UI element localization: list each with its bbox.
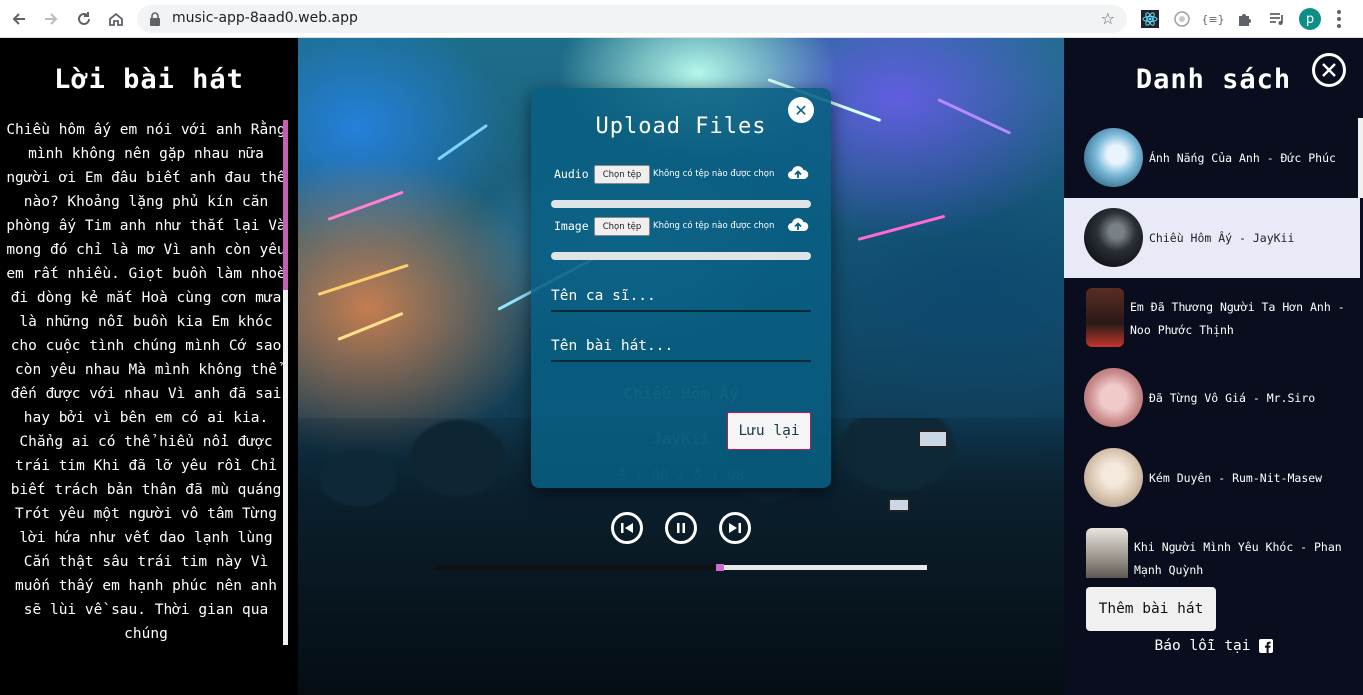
song-cover-image xyxy=(1084,128,1143,187)
audio-upload-progress xyxy=(551,200,811,208)
image-cloud-upload-icon[interactable] xyxy=(787,216,809,234)
close-icon xyxy=(1322,63,1336,77)
facebook-icon[interactable] xyxy=(1258,639,1273,653)
audio-choose-file-button[interactable]: Chọn tệp xyxy=(594,165,650,184)
address-bar[interactable]: music-app-8aad0.web.app ☆ xyxy=(137,5,1127,33)
reload-button[interactable] xyxy=(72,7,96,31)
modal-title: Upload Files xyxy=(595,114,767,139)
song-cover-image xyxy=(1086,528,1128,578)
playlist-item[interactable]: Đã Từng Vô Giá - Mr.Siro xyxy=(1064,358,1360,438)
skip-next-icon xyxy=(729,523,741,533)
playlist-item-label: Kém Duyên - Rum-Nit-Masew xyxy=(1149,471,1323,485)
lyrics-scrollbar-thumb[interactable] xyxy=(283,120,288,290)
playlist-panel: Danh sách Ánh Nắng Của Anh - Đức Phúc Ch… xyxy=(1064,38,1363,695)
bookmark-star-icon[interactable]: ☆ xyxy=(1101,9,1115,28)
playlist-item-label: Khi Người Mình Yêu Khóc - Phan Mạnh Quỳn… xyxy=(1134,540,1342,577)
playback-progress-knob[interactable] xyxy=(716,564,724,571)
arrow-left-icon xyxy=(12,13,25,25)
react-devtools-icon[interactable] xyxy=(1140,9,1160,29)
lyrics-title: Lời bài hát xyxy=(54,64,244,95)
song-cover-image xyxy=(1084,208,1143,267)
playlist-item[interactable]: Ánh Nắng Của Anh - Đức Phúc xyxy=(1064,118,1360,198)
audio-label: Audio xyxy=(554,167,589,181)
audio-file-row: Audio Chọn tệp Không có tệp nào được chọ… xyxy=(554,164,814,186)
image-file-status: Không có tệp nào được chọn xyxy=(653,221,775,231)
json-viewer-icon[interactable]: {≡} xyxy=(1201,9,1225,29)
playlist-item-label: Ánh Nắng Của Anh - Đức Phúc xyxy=(1149,151,1336,165)
playlist-item-label: Chiều Hôm Ấy - JayKii xyxy=(1149,231,1295,245)
home-button[interactable] xyxy=(104,7,128,31)
report-bug-link[interactable]: Báo lỗi tại xyxy=(1064,638,1363,654)
arrow-right-icon xyxy=(45,13,58,25)
report-label: Báo lỗi tại xyxy=(1154,638,1251,654)
add-song-button[interactable]: Thêm bài hát xyxy=(1086,587,1216,631)
song-name-input[interactable] xyxy=(551,332,811,362)
playlist-item[interactable]: Em Đã Thương Người Ta Hơn Anh - Noo Phướ… xyxy=(1064,278,1360,358)
image-choose-file-button[interactable]: Chọn tệp xyxy=(594,217,650,236)
song-cover-image xyxy=(1084,448,1143,507)
browser-menu-icon[interactable] xyxy=(1336,9,1342,29)
upload-files-modal: ✕ Upload Files Audio Chọn tệp Không có t… xyxy=(531,88,831,488)
lock-icon xyxy=(150,12,160,26)
url-text: music-app-8aad0.web.app xyxy=(172,10,358,26)
json-viewer-label: {≡} xyxy=(1201,12,1225,26)
lyrics-text[interactable]: Chiều hôm ấy em nói với anh Rằng mình kh… xyxy=(6,118,286,646)
media-queue-icon[interactable] xyxy=(1267,9,1287,29)
playlist-list: Ánh Nắng Của Anh - Đức Phúc Chiều Hôm Ấy… xyxy=(1064,118,1363,578)
playlist-item-active[interactable]: Chiều Hôm Ấy - JayKii xyxy=(1064,198,1360,278)
lyrics-panel: Lời bài hát Chiều hôm ấy em nói với anh … xyxy=(0,38,298,695)
forward-button[interactable] xyxy=(39,7,63,31)
image-upload-progress xyxy=(551,252,811,260)
music-app: Lời bài hát Chiều hôm ấy em nói với anh … xyxy=(0,38,1363,695)
profile-avatar[interactable]: p xyxy=(1299,8,1321,30)
pause-icon xyxy=(677,523,685,533)
close-playlist-button[interactable] xyxy=(1312,53,1346,87)
playback-progress-fill xyxy=(435,565,720,570)
singer-name-input[interactable] xyxy=(551,282,811,312)
skip-previous-icon xyxy=(621,523,633,533)
image-label: Image xyxy=(554,219,589,233)
extension-circle-icon[interactable] xyxy=(1172,9,1192,29)
home-icon xyxy=(109,12,123,26)
song-cover-image xyxy=(1084,368,1143,427)
audio-file-status: Không có tệp nào được chọn xyxy=(653,169,775,179)
lyrics-scrollbar[interactable] xyxy=(283,120,288,645)
browser-toolbar: music-app-8aad0.web.app ☆ {≡} p xyxy=(0,0,1363,38)
pause-button[interactable] xyxy=(665,512,697,544)
playlist-item[interactable]: Khi Người Mình Yêu Khóc - Phan Mạnh Quỳn… xyxy=(1064,518,1360,578)
playback-progress-bar[interactable] xyxy=(435,564,927,571)
playlist-item-label: Đã Từng Vô Giá - Mr.Siro xyxy=(1149,391,1316,405)
previous-button[interactable] xyxy=(611,512,643,544)
back-button[interactable] xyxy=(7,7,31,31)
image-file-row: Image Chọn tệp Không có tệp nào được chọ… xyxy=(554,216,814,238)
save-button[interactable]: Lưu lại xyxy=(727,412,811,450)
song-cover-image xyxy=(1086,288,1124,347)
playlist-item[interactable]: Kém Duyên - Rum-Nit-Masew xyxy=(1064,438,1360,518)
next-button[interactable] xyxy=(719,512,751,544)
reload-icon xyxy=(78,12,90,25)
playlist-scrollbar-thumb[interactable] xyxy=(1358,118,1363,198)
extensions-puzzle-icon[interactable] xyxy=(1235,9,1255,29)
playlist-item-label: Em Đã Thương Người Ta Hơn Anh - Noo Phướ… xyxy=(1130,300,1345,337)
audio-cloud-upload-icon[interactable] xyxy=(787,164,809,182)
